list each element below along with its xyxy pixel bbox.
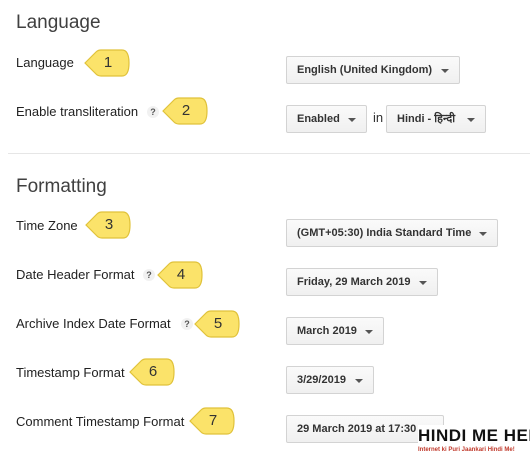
annotation-badge-6: 6: [129, 358, 175, 386]
language-section-heading: Language: [16, 12, 101, 33]
help-icon[interactable]: ?: [143, 269, 155, 281]
chevron-down-icon: [355, 379, 363, 383]
chevron-down-icon: [467, 118, 475, 122]
help-icon[interactable]: ?: [181, 318, 193, 330]
transliteration-dropdown[interactable]: Enabled: [286, 105, 367, 133]
annotation-badge-3: 3: [85, 211, 131, 239]
date-header-format-label: Date Header Format: [16, 267, 135, 282]
chevron-down-icon: [365, 330, 373, 334]
help-icon[interactable]: ?: [147, 106, 159, 118]
chevron-down-icon: [348, 118, 356, 122]
timezone-dropdown[interactable]: (GMT+05:30) India Standard Time: [286, 219, 498, 247]
language-label: Language: [16, 55, 74, 70]
date-header-format-value: Friday, 29 March 2019: [297, 276, 411, 288]
timestamp-format-dropdown[interactable]: 3/29/2019: [286, 366, 374, 394]
annotation-badge-5: 5: [194, 310, 240, 338]
language-dropdown[interactable]: English (United Kingdom): [286, 56, 460, 84]
chevron-down-icon: [479, 232, 487, 236]
annotation-badge-4: 4: [157, 261, 203, 289]
date-header-format-dropdown[interactable]: Friday, 29 March 2019: [286, 268, 438, 296]
chevron-down-icon: [441, 69, 449, 73]
language-dropdown-value: English (United Kingdom): [297, 64, 433, 76]
chevron-down-icon: [419, 281, 427, 285]
archive-index-date-format-dropdown[interactable]: March 2019: [286, 317, 384, 345]
transliteration-language-dropdown[interactable]: Hindi - हिन्दी: [386, 105, 486, 133]
section-divider: [8, 153, 530, 154]
timezone-dropdown-value: (GMT+05:30) India Standard Time: [297, 227, 472, 239]
timezone-label: Time Zone: [16, 218, 78, 233]
annotation-badge-2: 2: [162, 97, 208, 125]
comment-timestamp-format-label: Comment Timestamp Format: [16, 414, 185, 429]
watermark-title: HINDI ME HELP: [418, 426, 530, 445]
annotation-badge-7: 7: [189, 407, 235, 435]
archive-index-date-format-value: March 2019: [297, 325, 357, 337]
transliteration-label: Enable transliteration: [16, 104, 139, 119]
watermark-logo: HINDI ME HELP Internet ki Puri Jaankari …: [418, 425, 530, 459]
transliteration-language-value: Hindi - हिन्दी: [397, 113, 456, 125]
transliteration-dropdown-value: Enabled: [297, 113, 340, 125]
in-connector-text: in: [373, 110, 384, 125]
watermark-subtitle: Internet ki Puri Jaankari Hindi Me!: [418, 447, 515, 453]
comment-timestamp-format-value: 29 March 2019 at 17:30: [297, 423, 417, 435]
timestamp-format-value: 3/29/2019: [297, 374, 346, 386]
archive-index-date-format-label: Archive Index Date Format: [16, 316, 171, 331]
formatting-section-heading: Formatting: [16, 176, 107, 197]
timestamp-format-label: Timestamp Format: [16, 365, 125, 380]
annotation-badge-1: 1: [84, 49, 130, 77]
